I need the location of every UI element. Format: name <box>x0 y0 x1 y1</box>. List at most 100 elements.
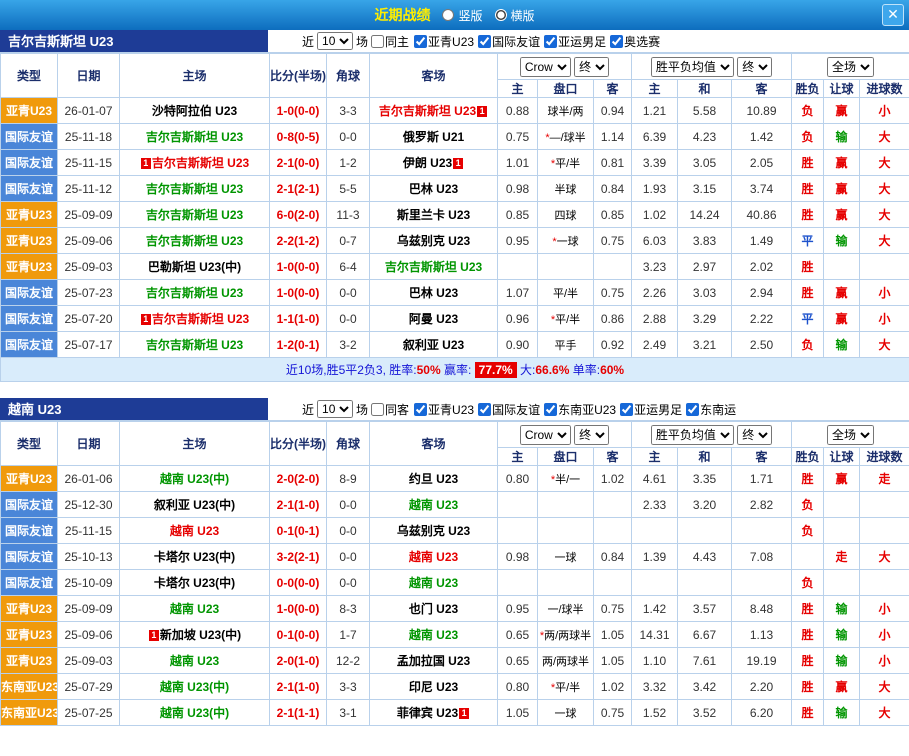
close-icon[interactable]: ✕ <box>882 4 904 26</box>
competition-checkbox[interactable] <box>620 403 633 416</box>
avg-draw: 3.20 <box>678 492 732 518</box>
score: 2-2(1-2) <box>270 228 327 254</box>
result-handicap <box>824 254 860 280</box>
avg-draw: 3.83 <box>678 228 732 254</box>
same-venue-checkbox[interactable] <box>371 403 384 416</box>
same-venue-filter[interactable]: 同主 <box>371 33 409 50</box>
avg-select[interactable]: 胜平负均值 <box>651 425 734 445</box>
competition-filter[interactable]: 奥选赛 <box>610 33 660 50</box>
score: 1-0(0-0) <box>270 280 327 306</box>
avg-away <box>732 518 792 544</box>
competition-checkbox[interactable] <box>544 35 557 48</box>
team-name: 越南 U23 <box>170 524 219 538</box>
sub-header-avg-draw: 和 <box>678 80 732 98</box>
score: 2-1(2-1) <box>270 176 327 202</box>
result-wdl: 负 <box>792 492 824 518</box>
avg-draw: 3.21 <box>678 332 732 358</box>
sub-header-handicap-result: 让球 <box>824 80 860 98</box>
team-name: 越南 U23(中) <box>160 472 229 486</box>
odds-stage-select[interactable]: 终 <box>574 57 609 77</box>
handicap-line: *平/半 <box>538 306 594 332</box>
horizontal-radio[interactable] <box>495 9 507 21</box>
avg-draw: 4.23 <box>678 124 732 150</box>
odds-away: 1.14 <box>594 124 632 150</box>
match-count-select[interactable]: 10 <box>317 32 353 50</box>
odds-home: 0.65 <box>498 648 538 674</box>
competition-filter[interactable]: 国际友谊 <box>478 401 540 418</box>
avg-home: 3.23 <box>632 254 678 280</box>
star-marker: * <box>540 630 544 642</box>
competition-filter[interactable]: 东南运 <box>686 401 736 418</box>
bookmaker-select[interactable]: Crow <box>520 425 571 445</box>
match-type: 国际友谊 <box>1 280 58 306</box>
same-venue-filter[interactable]: 同客 <box>371 401 409 418</box>
home-team: 1新加坡 U23(中) <box>120 622 270 648</box>
competition-filter[interactable]: 亚运男足 <box>544 33 606 50</box>
odds-home <box>498 254 538 280</box>
col-header-score: 比分(半场) <box>270 54 327 98</box>
competition-checkbox[interactable] <box>686 403 699 416</box>
score: 2-1(1-1) <box>270 700 327 726</box>
avg-away <box>732 570 792 596</box>
team-name: 新加坡 U23(中) <box>160 628 241 642</box>
home-team: 吉尔吉斯斯坦 U23 <box>120 332 270 358</box>
competition-filter[interactable]: 亚青U23 <box>414 401 474 418</box>
match-date: 25-09-06 <box>58 228 120 254</box>
fulltime-select[interactable]: 全场 <box>827 57 874 77</box>
competition-filter[interactable]: 国际友谊 <box>478 33 540 50</box>
avg-stage-select[interactable]: 终 <box>737 57 772 77</box>
competition-checkbox[interactable] <box>414 403 427 416</box>
corner-score: 1-7 <box>327 622 370 648</box>
odds-away: 1.05 <box>594 648 632 674</box>
avg-draw: 3.52 <box>678 700 732 726</box>
result-goals: 大 <box>860 202 909 228</box>
red-1-badge: 1 <box>459 708 469 719</box>
avg-select[interactable]: 胜平负均值 <box>651 57 734 77</box>
bookmaker-select[interactable]: Crow <box>520 57 571 77</box>
vertical-radio[interactable] <box>442 9 454 21</box>
match-type: 国际友谊 <box>1 518 58 544</box>
odds-away: 0.84 <box>594 176 632 202</box>
avg-home: 6.39 <box>632 124 678 150</box>
table-group-header-row: 类型 日期 主场 比分(半场) 角球 客场 Crow 终 胜平负均值 终 全场 <box>1 422 909 448</box>
view-option-horizontal[interactable]: 横版 <box>495 7 535 24</box>
same-venue-checkbox[interactable] <box>371 35 384 48</box>
competition-filter[interactable]: 东南亚U23 <box>544 401 616 418</box>
score: 2-1(0-0) <box>270 150 327 176</box>
section-vietnam: 越南 U23 近 10 场 同客 亚青U23国际友谊东南亚U23亚运男足东南运 … <box>0 398 909 726</box>
handicap-line: 一/球半 <box>538 596 594 622</box>
competition-checkbox[interactable] <box>544 403 557 416</box>
competition-checkbox[interactable] <box>478 403 491 416</box>
score: 6-0(2-0) <box>270 202 327 228</box>
away-team: 越南 U23 <box>370 492 498 518</box>
red-1-badge: 1 <box>477 106 487 117</box>
result-wdl: 胜 <box>792 254 824 280</box>
result-handicap: 赢 <box>824 176 860 202</box>
result-goals: 大 <box>860 674 909 700</box>
away-team: 乌兹别克 U23 <box>370 228 498 254</box>
home-team: 吉尔吉斯斯坦 U23 <box>120 176 270 202</box>
competition-filter[interactable]: 亚运男足 <box>620 401 682 418</box>
competition-filter[interactable]: 亚青U23 <box>414 33 474 50</box>
match-type: 国际友谊 <box>1 544 58 570</box>
col-header-type: 类型 <box>1 422 58 466</box>
handicap-line: 一球 <box>538 700 594 726</box>
corner-score: 6-4 <box>327 254 370 280</box>
competition-filters: 亚青U23国际友谊东南亚U23亚运男足东南运 <box>414 401 738 418</box>
view-option-vertical[interactable]: 竖版 <box>442 7 482 24</box>
competition-checkbox[interactable] <box>414 35 427 48</box>
match-count-select[interactable]: 10 <box>317 400 353 418</box>
competition-checkbox[interactable] <box>610 35 623 48</box>
odds-stage-select[interactable]: 终 <box>574 425 609 445</box>
handicap-line: 一球 <box>538 544 594 570</box>
match-row: 国际友谊25-10-13卡塔尔 U23(中)3-2(2-1)0-0越南 U230… <box>1 544 909 570</box>
avg-stage-select[interactable]: 终 <box>737 425 772 445</box>
competition-checkbox[interactable] <box>478 35 491 48</box>
handicap-line: *平/半 <box>538 150 594 176</box>
home-team: 卡塔尔 U23(中) <box>120 570 270 596</box>
match-date: 25-09-09 <box>58 202 120 228</box>
match-type: 亚青U23 <box>1 622 58 648</box>
match-date: 25-07-29 <box>58 674 120 700</box>
summary-text: 60% <box>600 363 624 377</box>
fulltime-select[interactable]: 全场 <box>827 425 874 445</box>
